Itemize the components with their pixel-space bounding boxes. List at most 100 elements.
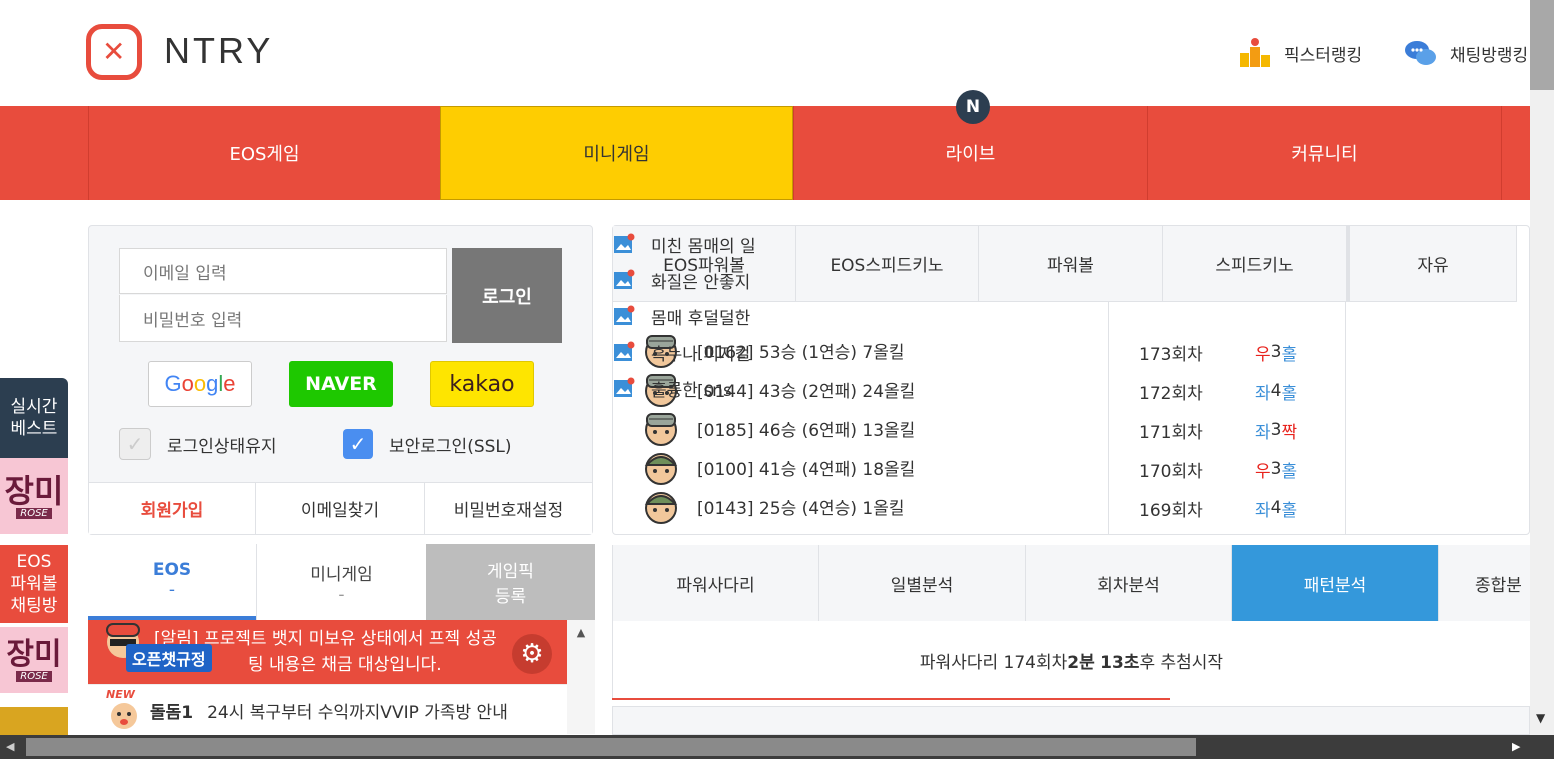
signup-link[interactable]: 회원가입 xyxy=(89,482,256,534)
round-row: 170회차 우3홀 xyxy=(1139,451,1297,487)
chat-panel: EOS - 미니게임 - 게임픽 등록 [알림] 프로젝트 뱃지 미보유 상태에… xyxy=(88,544,595,735)
tab-pattern-analysis[interactable]: 패턴분석 xyxy=(1232,545,1439,621)
chat-bubble-icon xyxy=(1405,41,1436,65)
round-row: 173회차 우3홀 xyxy=(1139,334,1297,370)
banner-rose-1[interactable]: 장미 ROSE xyxy=(0,458,68,534)
pickster-ranking-label: 픽스터랭킹 xyxy=(1284,45,1363,66)
round-row: 171회차 좌3짝 xyxy=(1139,412,1297,448)
timer-progress-bar xyxy=(612,698,1170,700)
scroll-up-icon[interactable]: ▲ xyxy=(567,626,595,639)
picker-row[interactable]: [0162] 53승 (1연승) 7올킬 xyxy=(641,332,904,368)
round-oddeven: 짝 xyxy=(1281,422,1298,443)
picker-row[interactable]: [0143] 25승 (4연승) 1올킬 xyxy=(641,488,904,524)
round-side: 좌 xyxy=(1255,383,1271,404)
tab-powerball[interactable]: 파워볼 xyxy=(979,226,1163,302)
picker-text: [0162] 53승 (1연승) 7올킬 xyxy=(697,342,905,363)
banner-rose-2[interactable]: 장미 ROSE xyxy=(0,627,68,693)
timer-prefix: 파워사다리 174회차 xyxy=(919,653,1068,673)
round-num: 4 xyxy=(1270,498,1282,518)
chat-tab-eos[interactable]: EOS - xyxy=(88,544,256,620)
nav-eos-game[interactable]: EOS게임 xyxy=(88,106,440,200)
round-number: 172회차 xyxy=(1139,383,1203,404)
ssl-login-label: 보안로그인(SSL) xyxy=(389,436,512,457)
keep-login-checkbox[interactable]: ✓ 로그인상태유지 xyxy=(119,427,276,461)
notice-text-2: 팅 내용은 채금 대상입니다. xyxy=(248,655,442,675)
chatroom-ranking-label: 채팅방랭킹 xyxy=(1450,45,1529,66)
banner-rose-text-2: 장미 xyxy=(6,636,62,672)
main-nav: EOS게임 미니게임 라이브 커뮤니티 xyxy=(0,106,1530,200)
tab-power-ladder[interactable]: 파워사다리 xyxy=(612,545,819,621)
horizontal-scroll-thumb[interactable] xyxy=(26,738,1196,756)
image-icon xyxy=(614,341,635,361)
settings-gear-icon[interactable]: ⚙ xyxy=(512,634,552,674)
realtime-best-label[interactable]: 실시간 베스트 xyxy=(0,378,68,458)
chat-scrollbar[interactable]: ▲ xyxy=(567,620,595,734)
round-row: 172회차 좌4홀 xyxy=(1139,373,1297,409)
picker-row[interactable]: [0144] 43승 (2연패) 24올킬 xyxy=(641,371,915,407)
password-input[interactable]: 비밀번호 입력 xyxy=(119,295,447,342)
free-post[interactable]: 몸매 후덜덜한 xyxy=(613,298,1529,334)
vertical-scrollbar[interactable]: ▼ xyxy=(1530,0,1554,735)
chat-tab-eos-label: EOS xyxy=(152,560,192,580)
tab-eos-speedkeno[interactable]: EOS스피드키노 xyxy=(796,226,979,302)
tab-daily-analysis[interactable]: 일별분석 xyxy=(819,545,1026,621)
nav-next[interactable] xyxy=(1501,106,1530,200)
draw-timer: 파워사다리 174회차 2분 13초 후 추첨시작 xyxy=(612,621,1530,700)
image-icon xyxy=(614,377,635,397)
chat-tab-minigame[interactable]: 미니게임 - xyxy=(256,544,426,620)
round-number: 173회차 xyxy=(1139,344,1203,365)
round-num: 3 xyxy=(1270,342,1282,362)
eos-powerball-chatroom[interactable]: EOS 파워볼 채팅방 xyxy=(0,545,68,623)
soldier-face-icon xyxy=(645,374,677,407)
google-login-button[interactable]: Google xyxy=(148,361,252,407)
round-num: 3 xyxy=(1270,420,1282,440)
divider xyxy=(1108,302,1109,534)
chatroom-ranking-link[interactable]: 채팅방랭킹 xyxy=(1404,36,1530,70)
tab-overall-analysis[interactable]: 종합분 xyxy=(1439,545,1530,621)
nav-mini-game[interactable]: 미니게임 xyxy=(440,106,793,200)
chat-room-item[interactable]: NEW 돌돔1 24시 복구부터 수익까지VVIP 가족방 안내 xyxy=(88,684,567,735)
naver-login-button[interactable]: NAVER xyxy=(289,361,393,407)
picker-row[interactable]: [0100] 41승 (4연패) 18올킬 xyxy=(641,449,915,485)
soldier-face-icon xyxy=(644,453,678,485)
chat-tab-game-pick-sub: 등록 xyxy=(494,587,527,607)
chat-tab-game-pick[interactable]: 게임픽 등록 xyxy=(426,544,595,620)
tab-free[interactable]: 자유 xyxy=(1347,226,1517,302)
site-logo[interactable]: ✕ NTRY xyxy=(86,24,316,82)
kakao-login-button[interactable]: kakao xyxy=(430,361,534,407)
round-oddeven: 홀 xyxy=(1281,344,1298,365)
scroll-right-icon[interactable]: ▶ xyxy=(1512,740,1520,753)
ssl-login-checkbox[interactable]: ✓ 보안로그인(SSL) xyxy=(343,427,512,461)
scroll-left-icon[interactable]: ◀ xyxy=(6,740,14,753)
banner-gold[interactable] xyxy=(0,707,68,735)
round-oddeven: 홀 xyxy=(1281,461,1298,482)
new-face-icon: NEW xyxy=(104,688,144,730)
round-side: 우 xyxy=(1255,461,1271,482)
trophy-icon xyxy=(1240,38,1270,67)
tab-speedkeno[interactable]: 스피드키노 xyxy=(1163,226,1347,302)
round-num: 4 xyxy=(1270,381,1282,401)
login-button[interactable]: 로그인 xyxy=(452,248,562,343)
find-email-link[interactable]: 이메일찾기 xyxy=(256,482,425,534)
pickster-ranking-link[interactable]: 픽스터랭킹 xyxy=(1238,36,1362,70)
banner-rose-sub-2: ROSE xyxy=(16,670,52,682)
tab-eos-powerball[interactable]: EOS파워볼 xyxy=(613,226,796,302)
horizontal-scrollbar[interactable]: ◀ ▶ xyxy=(0,735,1554,759)
scroll-down-icon[interactable]: ▼ xyxy=(1536,711,1545,725)
round-side: 우 xyxy=(1255,344,1271,365)
picker-text: [0143] 25승 (4연승) 1올킬 xyxy=(697,498,905,519)
email-input[interactable]: 이메일 입력 xyxy=(119,248,447,294)
chat-room-name: 돌돔1 xyxy=(150,702,194,723)
open-chat-rules-badge[interactable]: 오픈챗규정 xyxy=(126,644,212,672)
chat-tab-eos-sub: - xyxy=(168,580,176,600)
timer-suffix: 후 추첨시작 xyxy=(1139,653,1224,673)
tab-round-analysis[interactable]: 회차분석 xyxy=(1026,545,1232,621)
round-num: 3 xyxy=(1270,459,1282,479)
picker-row[interactable]: [0185] 46승 (6연패) 13올킬 xyxy=(641,410,915,446)
logo-text: NTRY xyxy=(164,30,274,71)
reset-password-link[interactable]: 비밀번호재설정 xyxy=(425,482,592,534)
site-header: ✕ NTRY 픽스터랭킹 채팅방랭킹 xyxy=(0,0,1530,106)
vertical-scroll-thumb[interactable] xyxy=(1530,0,1554,90)
ladder-board xyxy=(612,706,1530,735)
nav-community[interactable]: 커뮤니티 xyxy=(1147,106,1501,200)
